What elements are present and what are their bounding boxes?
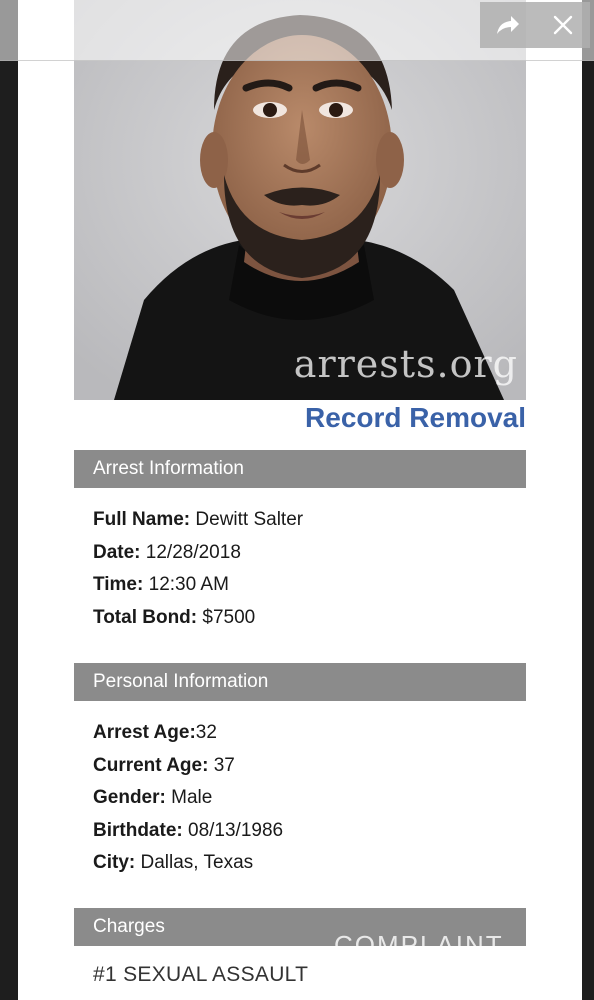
arrest-info-list: Full Name: Dewitt Salter Date: 12/28/201… bbox=[93, 504, 303, 634]
full-name-row: Full Name: Dewitt Salter bbox=[93, 504, 303, 537]
close-icon[interactable] bbox=[545, 7, 581, 43]
info-label: Date: bbox=[93, 541, 141, 563]
info-label: Full Name: bbox=[93, 509, 191, 530]
record-removal-link[interactable]: Record Removal bbox=[305, 402, 526, 434]
city-row: City: Dallas, Texas bbox=[93, 847, 283, 880]
photo-watermark: arrests.org bbox=[293, 342, 518, 386]
info-value: Male bbox=[165, 787, 213, 808]
current-age-row: Current Age: 37 bbox=[93, 750, 283, 783]
share-arrow-icon[interactable] bbox=[490, 7, 526, 43]
toolbar-buttons bbox=[480, 2, 590, 48]
info-value: $7500 bbox=[197, 606, 256, 628]
info-label: City: bbox=[93, 852, 136, 873]
info-value: 08/13/1986 bbox=[182, 819, 284, 841]
info-label: Birthdate: bbox=[93, 819, 183, 841]
info-value: Dallas, Texas bbox=[135, 852, 254, 873]
arrest-info-header: Arrest Information bbox=[74, 450, 526, 488]
date-row: Date: 12/28/2018 bbox=[93, 537, 303, 570]
personal-info-header: Personal Information bbox=[74, 663, 526, 701]
info-label: Total Bond: bbox=[93, 606, 198, 628]
info-value: 12/28/2018 bbox=[140, 541, 241, 563]
arrest-age-row: Arrest Age:32 bbox=[93, 717, 283, 750]
info-label: Time: bbox=[93, 574, 144, 595]
total-bond-row: Total Bond: $7500 bbox=[93, 602, 303, 635]
info-value: 32 bbox=[195, 722, 217, 743]
info-label: Current Age: bbox=[93, 754, 209, 776]
page: arrests.org Record Removal Arrest Inform… bbox=[0, 0, 594, 1000]
info-value: 37 bbox=[208, 754, 235, 776]
charge-item: #1 SEXUAL ASSAULT bbox=[93, 963, 309, 986]
birthdate-row: Birthdate: 08/13/1986 bbox=[93, 815, 283, 848]
info-value: 12:30 AM bbox=[143, 574, 229, 595]
time-row: Time: 12:30 AM bbox=[93, 569, 303, 602]
info-label: Arrest Age: bbox=[93, 722, 196, 743]
info-label: Gender: bbox=[93, 787, 166, 808]
info-value: Dewitt Salter bbox=[190, 509, 304, 530]
personal-info-list: Arrest Age:32 Current Age: 37 Gender: Ma… bbox=[93, 717, 283, 880]
gender-row: Gender: Male bbox=[93, 782, 283, 815]
complaint-watermark: COMPLAINT bbox=[334, 930, 504, 960]
